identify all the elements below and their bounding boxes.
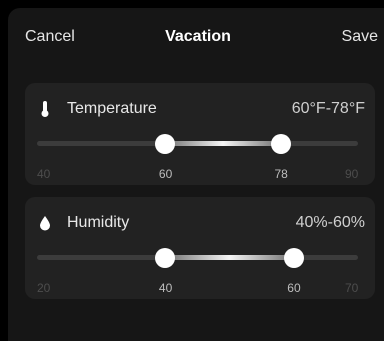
temperature-max-tick: 90 [345,167,359,181]
settings-sheet: Cancel Vacation Save Temperature 60°F-78… [8,8,384,341]
temperature-high-thumb[interactable] [270,134,291,154]
temperature-range-slider[interactable] [37,133,358,155]
humidity-high-thumb[interactable] [283,248,304,268]
humidity-range-value: 40%-60% [295,214,365,231]
temperature-label: Temperature [67,100,157,117]
humidity-label: Humidity [67,214,130,231]
humidity-range-slider[interactable] [37,247,358,269]
humidity-card: Humidity 40%-60% 20 40 60 70 [25,197,375,299]
humidity-low-thumb[interactable] [155,248,176,268]
humidity-max-tick: 70 [345,281,359,295]
temperature-low-thumb[interactable] [155,134,176,154]
slider-fill [165,141,281,146]
temperature-card: Temperature 60°F-78°F 40 60 78 90 [25,83,375,185]
temperature-range-value: 60°F-78°F [291,100,365,117]
nav-bar: Cancel Vacation Save [8,8,384,64]
humidity-low-tick: 40 [158,281,173,295]
humidity-high-tick: 60 [287,281,301,295]
water-drop-icon [40,216,50,231]
page-title: Vacation [165,28,231,45]
temperature-min-tick: 40 [37,167,51,181]
humidity-min-tick: 20 [37,281,51,295]
save-button[interactable]: Save [342,28,378,46]
slider-fill [165,255,294,260]
temperature-high-tick: 78 [274,167,288,181]
thermometer-icon [41,101,49,117]
temperature-low-tick: 60 [158,167,173,181]
